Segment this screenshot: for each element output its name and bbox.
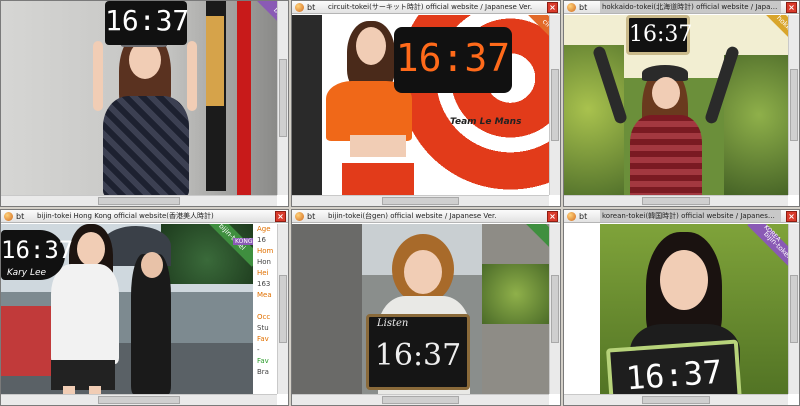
horizontal-scrollbar[interactable] <box>564 195 788 206</box>
close-icon[interactable]: × <box>547 211 558 222</box>
browser-window-4: bt bijin-tokei Hong Kong official websit… <box>0 209 289 406</box>
clock-display: 16:37 <box>394 27 512 93</box>
content-area: 16:37 hokkaido <box>564 15 788 195</box>
clock-display: 16:37 <box>105 1 189 45</box>
profile-label: Occ <box>257 313 271 321</box>
clock-display: Listen 16:37 <box>366 314 470 390</box>
content-area: 16:37 bijin-tokei KOREA <box>564 224 788 394</box>
clock-time: 16:37 <box>374 338 462 373</box>
vertical-scrollbar[interactable] <box>549 224 560 394</box>
bt-app-icon <box>295 212 304 221</box>
browser-window-2: bt circuit-tokei(サーキット時計) official websi… <box>291 0 561 207</box>
signature-text: Kary Lee <box>7 268 47 278</box>
profile-value: Hon <box>257 258 271 266</box>
profile-label: Hei <box>257 269 269 277</box>
window-titlebar[interactable]: bt circuit-tokei(サーキット時計) official websi… <box>292 1 560 14</box>
horizontal-scrollbar[interactable] <box>564 394 788 405</box>
horizontal-scrollbar[interactable] <box>1 394 277 405</box>
window-title: bijin-tokei(台gen) official website / Jap… <box>328 212 497 220</box>
clock-display: 16:37 <box>626 15 692 55</box>
window-title: circuit-tokei(サーキット時計) official website … <box>328 3 533 11</box>
horizontal-scrollbar[interactable] <box>1 195 277 206</box>
profile-panel: Age 16 Hom Hon Hei 163 Mea Occ Stu Fav -… <box>253 224 277 394</box>
content-area: 16:37 bijin <box>1 1 277 195</box>
profile-label: Age <box>257 225 271 233</box>
window-titlebar[interactable]: bt bijin-tokei(台gen) official website / … <box>292 210 560 223</box>
vertical-scrollbar[interactable] <box>549 15 560 195</box>
profile-label: Mea <box>257 291 272 299</box>
content-area: Listen 16:37 <box>292 224 549 394</box>
content-area: 16:37 Team Le Mans circuit <box>292 15 549 195</box>
profile-label: Fav <box>257 357 269 365</box>
profile-value: 16 <box>257 236 266 244</box>
profile-label: Fav <box>257 335 269 343</box>
close-icon[interactable]: × <box>547 2 558 13</box>
bt-app-icon <box>295 3 304 12</box>
vertical-scrollbar[interactable] <box>788 224 799 394</box>
browser-window-1: 16:37 bijin <box>0 0 289 207</box>
bt-app-icon <box>567 3 576 12</box>
window-title: bijin-tokei Hong Kong official website(香… <box>37 212 214 220</box>
app-name: bt <box>307 3 316 12</box>
profile-value: Bra <box>257 368 269 376</box>
listen-text: Listen <box>377 318 409 329</box>
app-name: bt <box>579 212 588 221</box>
window-titlebar[interactable]: bt hokkaido-tokei(北海道時計) official websit… <box>564 1 799 14</box>
region-label: KONG <box>233 238 255 245</box>
window-titlebar[interactable]: bt bijin-tokei Hong Kong official websit… <box>1 210 288 223</box>
content-area: 16:37 Kary Lee bijin-tokei KONG Age 16 H… <box>1 224 277 394</box>
app-name: bt <box>307 212 316 221</box>
close-icon[interactable]: × <box>786 2 797 13</box>
bt-app-icon <box>4 212 13 221</box>
bt-app-icon <box>567 212 576 221</box>
app-name: bt <box>16 212 25 221</box>
window-title: korean-tokei(韓国時計) official website / Ja… <box>600 210 781 222</box>
vertical-scrollbar[interactable] <box>788 15 799 195</box>
window-titlebar[interactable]: bt korean-tokei(韓国時計) official website /… <box>564 210 799 223</box>
window-title: hokkaido-tokei(北海道時計) official website /… <box>600 1 781 13</box>
browser-window-3: bt hokkaido-tokei(北海道時計) official websit… <box>563 0 800 207</box>
vertical-scrollbar[interactable] <box>277 224 288 394</box>
browser-window-5: bt bijin-tokei(台gen) official website / … <box>291 209 561 406</box>
browser-window-6: bt korean-tokei(韓国時計) official website /… <box>563 209 800 406</box>
profile-value: Stu <box>257 324 269 332</box>
close-icon[interactable]: × <box>275 211 286 222</box>
clock-display: 16:37 <box>605 339 743 394</box>
horizontal-scrollbar[interactable] <box>292 195 549 206</box>
team-caption: Team Le Mans <box>450 117 522 127</box>
horizontal-scrollbar[interactable] <box>292 394 549 405</box>
app-name: bt <box>579 3 588 12</box>
profile-value: 163 <box>257 280 271 288</box>
profile-value: - <box>257 346 260 354</box>
profile-label: Hom <box>257 247 274 255</box>
close-icon[interactable]: × <box>786 211 797 222</box>
vertical-scrollbar[interactable] <box>277 1 288 195</box>
